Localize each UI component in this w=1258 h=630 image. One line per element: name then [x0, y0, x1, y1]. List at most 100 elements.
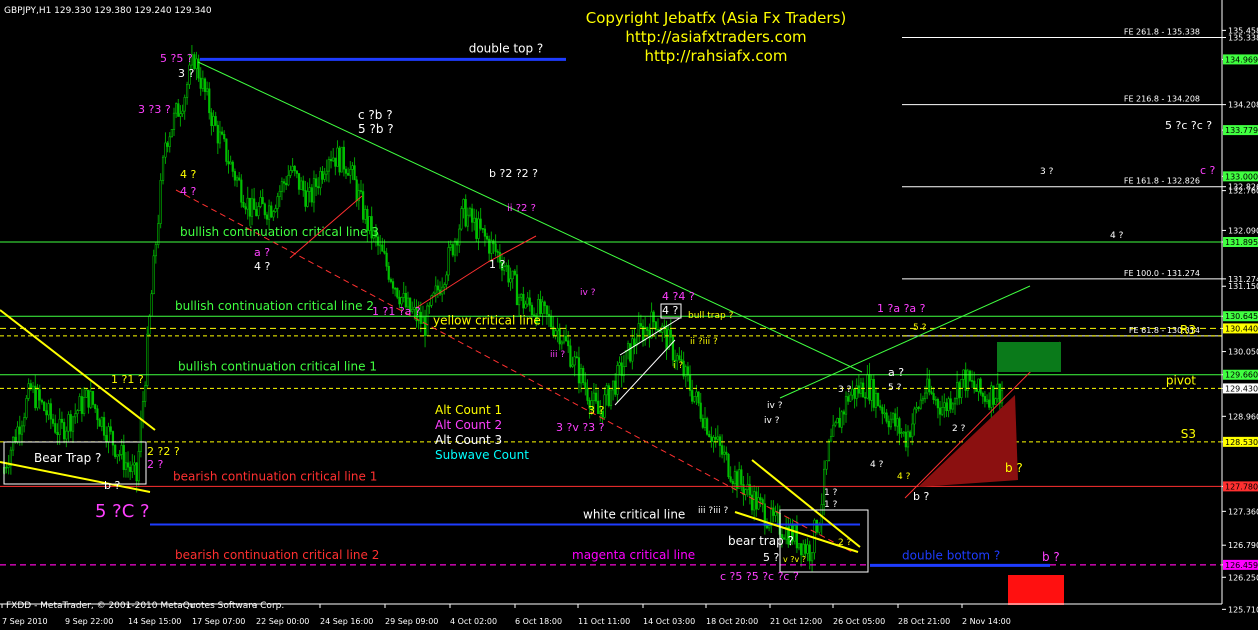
candle-body	[562, 335, 566, 343]
candle-body	[594, 392, 598, 402]
symbol-header: GBPJPY,H1 129.330 129.380 129.240 129.34…	[4, 6, 212, 16]
candle-body	[285, 182, 288, 186]
candle-body	[353, 165, 356, 181]
wave-label: b ?2 ?2 ?	[489, 167, 538, 180]
candle-body	[306, 191, 309, 207]
wave-label: 3 ?	[588, 404, 604, 417]
candle-body	[629, 343, 632, 362]
candle-body	[342, 146, 345, 170]
candle-body	[434, 285, 437, 294]
candle-body	[137, 451, 140, 482]
candle-body	[402, 293, 405, 298]
candle-body	[43, 401, 46, 411]
candle-body	[977, 378, 980, 392]
candle-body	[391, 281, 395, 289]
candle-body	[116, 454, 119, 457]
candle-body	[614, 380, 617, 395]
x-tick-label: 2 Nov 14:00	[962, 617, 1011, 626]
candle-body	[51, 418, 55, 424]
candle-body	[885, 412, 888, 422]
candle-body	[985, 399, 989, 402]
candle-body	[966, 370, 969, 391]
candle-body	[956, 382, 959, 400]
candle-body	[855, 385, 858, 399]
candle-body	[315, 178, 318, 187]
candle-body	[338, 147, 341, 173]
fib-level-label: FE 261.8 - 135.338	[1124, 28, 1200, 37]
legend-alt-count-1: Alt Count 1	[435, 403, 502, 417]
candle-body	[714, 437, 717, 440]
candle-body	[383, 250, 386, 254]
candle-body	[609, 389, 613, 406]
critical-line-label: white critical line	[583, 507, 685, 521]
candle-body	[820, 504, 823, 525]
candle-body	[85, 389, 88, 398]
candle-body	[270, 205, 273, 218]
critical-line-label: bullish continuation critical line 3	[180, 225, 379, 239]
candle-body	[951, 403, 954, 410]
candle-body	[706, 418, 709, 435]
candle-body	[323, 173, 326, 180]
candle-body	[539, 299, 542, 314]
candle-body	[244, 206, 247, 210]
candle-body	[319, 171, 322, 189]
wave-label: 3 ?	[1040, 167, 1054, 177]
candle-body	[945, 402, 948, 412]
price-tag-label: 133.000	[1225, 172, 1258, 181]
candle-body	[150, 293, 153, 317]
candle-body	[47, 403, 50, 416]
y-tick-label: 125.710	[1228, 605, 1258, 614]
candle-body	[107, 426, 110, 443]
candle-body	[246, 197, 249, 210]
candle-body	[958, 382, 961, 398]
wave-label: 2 ?	[952, 424, 966, 434]
candle-body	[60, 418, 64, 423]
candle-body	[396, 287, 399, 298]
wave-label: 3 ?3 ?	[138, 103, 171, 116]
candle-body	[139, 419, 142, 452]
wave-label: iv ?	[580, 288, 596, 298]
candle-body	[894, 413, 897, 427]
candle-body	[379, 244, 382, 247]
price-tag-label: 133.779	[1225, 126, 1258, 135]
candle-body	[560, 341, 563, 345]
candle-body	[795, 525, 798, 549]
candle-body	[168, 136, 171, 147]
candle-body	[394, 287, 397, 290]
candle-body	[652, 311, 655, 323]
candle-body	[761, 499, 764, 505]
candle-body	[573, 356, 576, 366]
candle-body	[470, 208, 474, 223]
candle-body	[804, 543, 807, 554]
candle-body	[231, 161, 234, 172]
x-tick-label: 24 Sep 16:00	[320, 617, 373, 626]
candle-body	[58, 418, 61, 435]
candle-body	[14, 436, 17, 443]
candle-body	[267, 205, 271, 220]
wave-label: 5 ?5 ?	[160, 52, 193, 65]
candle-body	[571, 364, 574, 367]
candle-body	[94, 404, 97, 410]
candle-body	[646, 327, 649, 331]
candle-body	[308, 187, 311, 192]
candle-body	[947, 398, 950, 412]
candle-body	[881, 407, 884, 414]
wave-label: v ?v ?	[783, 555, 806, 564]
x-tick-label: 18 Oct 20:00	[706, 617, 758, 626]
wave-label: 4 ?	[1110, 231, 1124, 241]
candle-body	[656, 329, 660, 331]
candle-body	[981, 392, 984, 397]
candle-body	[423, 317, 427, 336]
candle-body	[359, 190, 363, 192]
candle-body	[248, 197, 251, 217]
candle-body	[206, 88, 209, 92]
candle-body	[120, 445, 123, 455]
candle-body	[451, 244, 454, 256]
candle-body	[400, 297, 403, 305]
candle-body	[71, 416, 75, 432]
x-tick-label: 11 Oct 11:00	[578, 617, 630, 626]
candle-body	[483, 228, 487, 237]
candle-body	[89, 391, 92, 408]
x-tick-label: 22 Sep 00:00	[256, 617, 309, 626]
candle-body	[468, 208, 472, 216]
